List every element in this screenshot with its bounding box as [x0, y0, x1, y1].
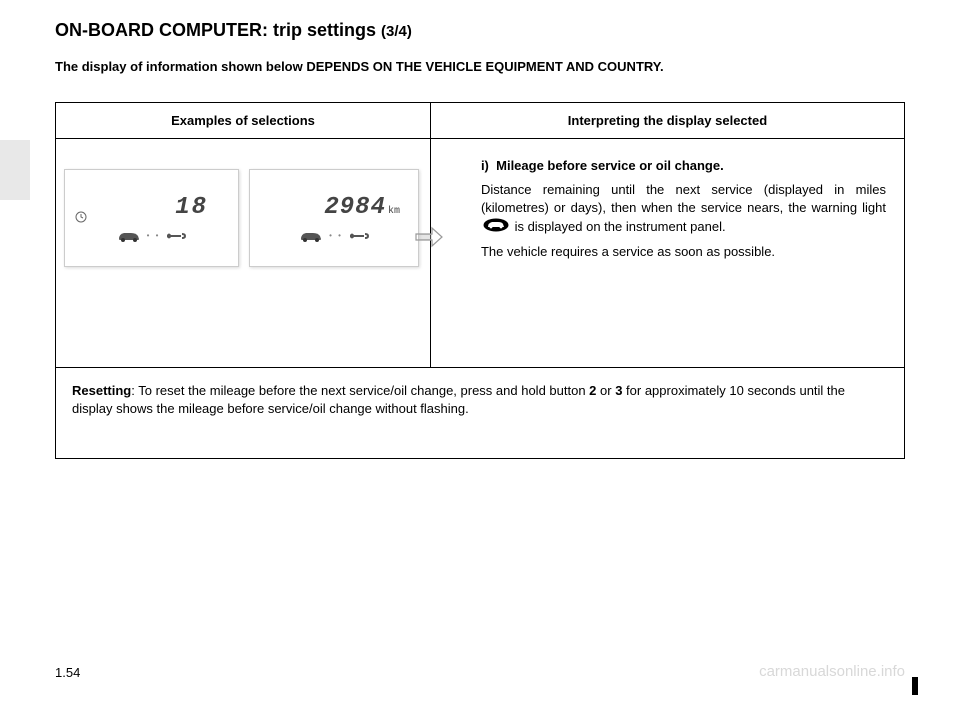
lcd-display-1: 18 • • [64, 169, 239, 267]
car-icon [117, 229, 141, 243]
wrench-icon [349, 231, 369, 241]
lcd1-icons: • • [117, 229, 187, 243]
clock-icon [75, 210, 87, 228]
wrench-icon [166, 231, 186, 241]
lcd2-unit: km [388, 206, 400, 217]
watermark: carmanualsonline.info [759, 663, 905, 680]
interpret-heading: i) Mileage before service or oil change. [481, 157, 886, 175]
item-title: Mileage before service or oil change. [496, 158, 724, 173]
reset-cell: Resetting: To reset the mileage before t… [56, 368, 905, 459]
page-number: 1.54 [55, 665, 80, 680]
car-badge-icon [483, 218, 509, 237]
lcd-display-2: 2984km • • [249, 169, 419, 267]
chapter-tab [0, 140, 30, 200]
page-title: ON-BOARD COMPUTER: trip settings (3/4) [55, 20, 905, 41]
reset-label: Resetting [72, 383, 131, 398]
page-corner-marker [912, 677, 918, 695]
interpret-cell: i) Mileage before service or oil change.… [430, 139, 904, 368]
para1-b: is displayed on the instrument panel. [515, 219, 726, 234]
header-interpret: Interpreting the display selected [430, 103, 904, 139]
lcd1-value: 18 [65, 194, 238, 221]
title-sub: (3/4) [381, 23, 412, 40]
para1-a: Distance remaining until the next servic… [481, 182, 886, 215]
reset-text-b: or [596, 383, 615, 398]
dots-icon: • • [329, 231, 343, 240]
trip-settings-table: Examples of selections Interpreting the … [55, 102, 905, 459]
reset-text-a: : To reset the mileage before the next s… [131, 383, 589, 398]
title-main: ON-BOARD COMPUTER: trip settings [55, 20, 376, 40]
depends-note: The display of information shown below D… [55, 59, 905, 74]
header-examples: Examples of selections [56, 103, 431, 139]
interpret-para1: Distance remaining until the next servic… [481, 181, 886, 237]
interpret-para2: The vehicle requires a service as soon a… [481, 243, 886, 261]
item-id: i) [481, 158, 489, 173]
arrow-right-icon [414, 226, 444, 253]
lcd2-value-wrap: 2984km [250, 194, 418, 221]
lcd2-icons: • • [299, 229, 369, 243]
lcd2-value: 2984 [324, 194, 386, 221]
car-icon [299, 229, 323, 243]
reset-row: Resetting: To reset the mileage before t… [56, 368, 905, 459]
dots-icon: • • [147, 231, 161, 240]
examples-cell: 18 • • [56, 139, 431, 368]
